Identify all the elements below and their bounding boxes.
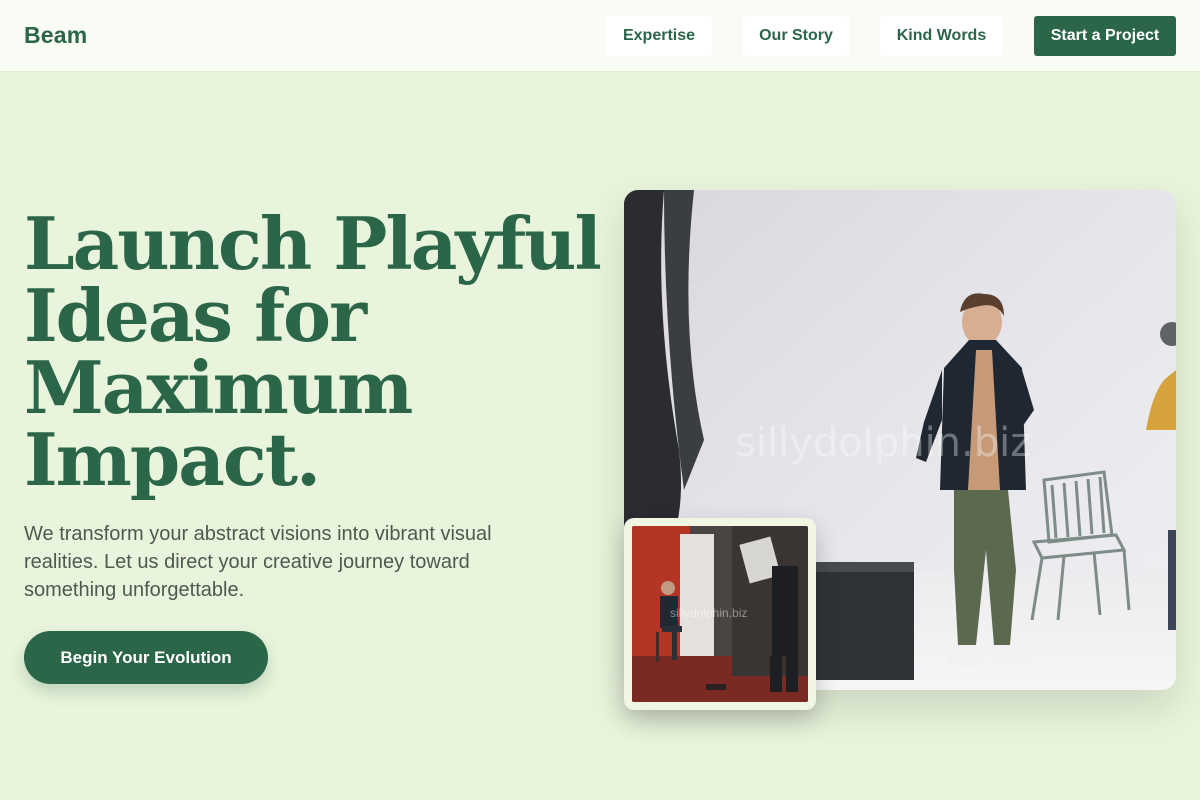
site-header: Beam Expertise Our Story Kind Words Star…	[0, 0, 1200, 72]
headline-line-2: Ideas for	[24, 273, 367, 358]
brand-logo[interactable]: Beam	[24, 22, 87, 49]
headline-line-1: Launch Playful	[24, 201, 602, 286]
begin-evolution-button[interactable]: Begin Your Evolution	[24, 631, 268, 684]
nav-link-our-story[interactable]: Our Story	[743, 16, 849, 56]
hero-inset-photo-card: sillydolphin.biz	[624, 518, 816, 710]
inset-photo: sillydolphin.biz	[632, 526, 808, 702]
nav-link-expertise[interactable]: Expertise	[606, 16, 712, 56]
inset-photo-watermark: sillydolphin.biz	[670, 606, 748, 620]
start-project-button[interactable]: Start a Project	[1034, 16, 1176, 56]
main-photo-watermark: sillydolphin.biz	[735, 420, 1032, 466]
nav-link-kind-words[interactable]: Kind Words	[880, 16, 1003, 56]
hero-subtext: We transform your abstract visions into …	[24, 523, 492, 601]
headline-line-3: Maximum	[24, 345, 413, 430]
hero-headline: Launch Playful Ideas for Maximum Impact.	[24, 201, 602, 502]
headline-line-4: Impact.	[24, 417, 321, 502]
